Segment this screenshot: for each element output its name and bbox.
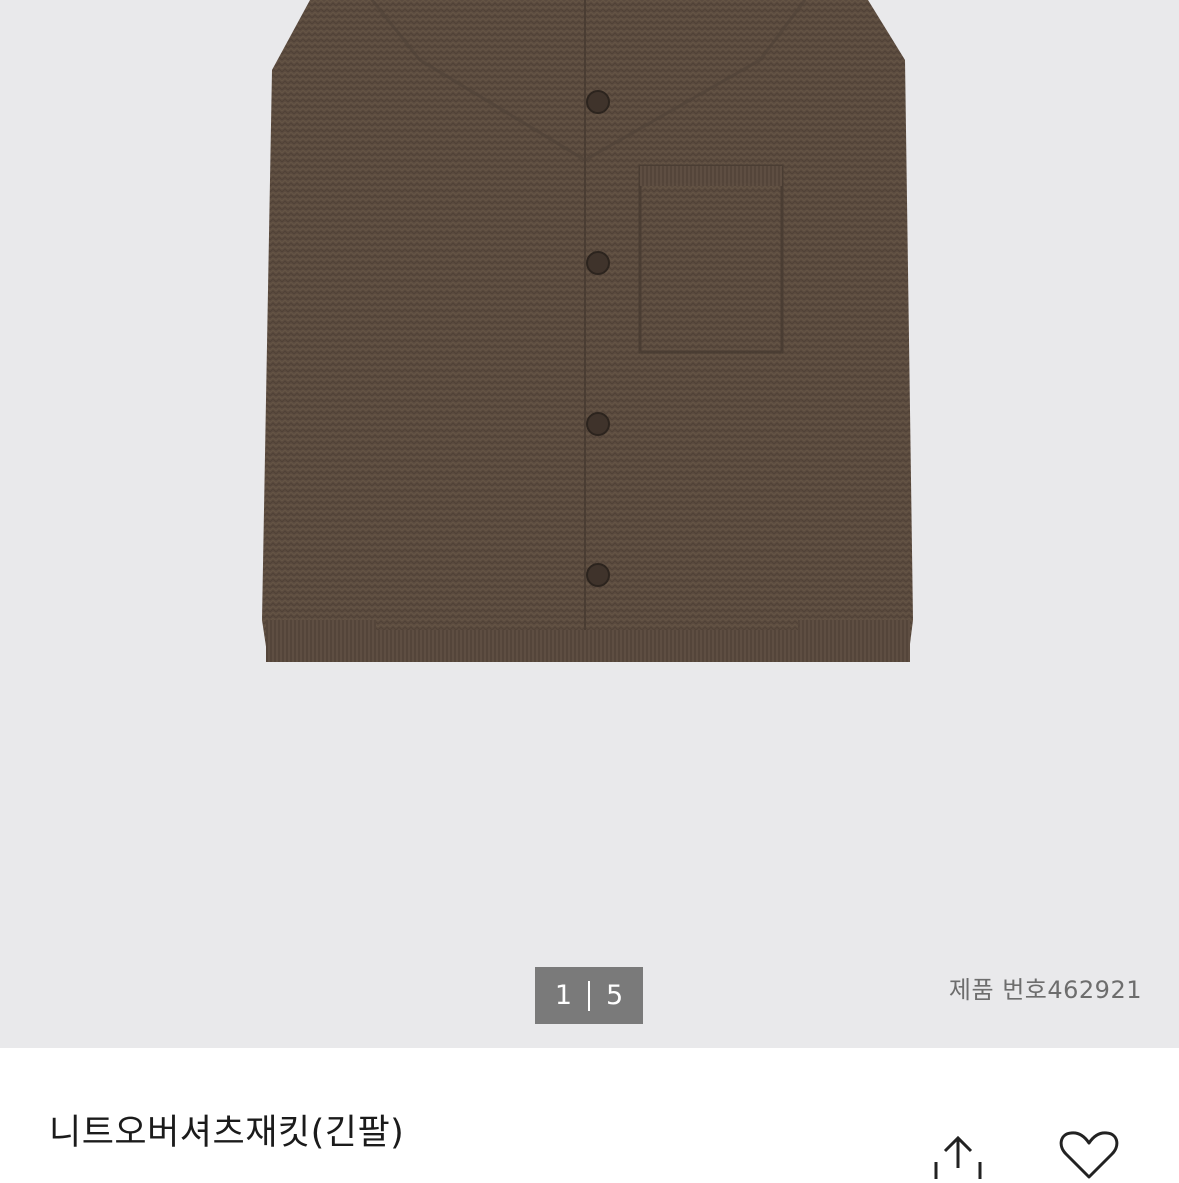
product-title: 니트오버셔츠재킷(긴팔) (49, 1113, 405, 1153)
heart-icon (1059, 1131, 1119, 1179)
wishlist-button[interactable] (1058, 1130, 1120, 1179)
product-image (262, 0, 913, 662)
share-button[interactable] (928, 1132, 988, 1179)
product-image-gallery[interactable]: 1 5 제품 번호462921 (0, 0, 1179, 1048)
pager-current: 1 (554, 980, 572, 1011)
share-icon (934, 1135, 982, 1179)
image-pager: 1 5 (535, 967, 643, 1024)
product-number-value: 462921 (1047, 976, 1142, 1004)
pager-divider (588, 980, 590, 1011)
pager-total: 5 (606, 980, 624, 1011)
product-info: 니트오버셔츠재킷(긴팔) (0, 1048, 1179, 1179)
product-number: 제품 번호462921 (949, 970, 1142, 1005)
product-number-label: 제품 번호 (948, 976, 1048, 1004)
